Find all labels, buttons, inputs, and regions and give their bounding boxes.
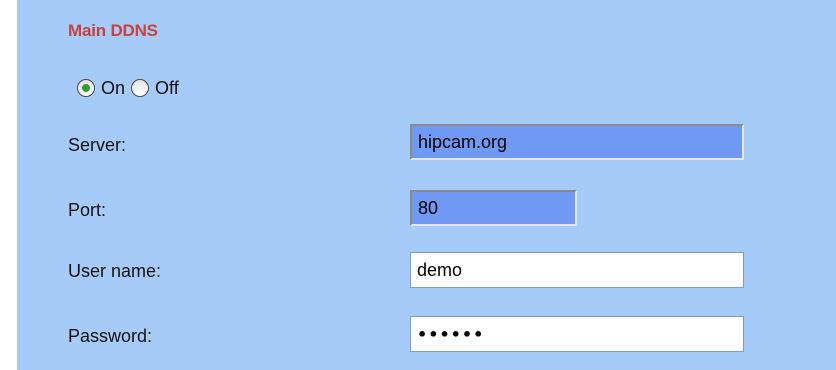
username-input[interactable] (410, 252, 744, 288)
server-input[interactable] (410, 124, 744, 160)
off-radio-button[interactable] (131, 79, 150, 97)
ddns-enable-radio-group: On Off (77, 77, 185, 99)
on-radio-label[interactable]: On (101, 78, 125, 99)
ddns-settings-panel (17, 0, 836, 370)
server-label: Server: (68, 135, 127, 155)
port-input[interactable] (410, 190, 577, 226)
password-label: Password: (68, 326, 153, 346)
section-title: Main DDNS (68, 21, 158, 40)
password-input[interactable] (410, 316, 744, 352)
port-label: Port: (68, 200, 107, 220)
on-radio-button[interactable] (77, 79, 95, 97)
off-radio-label[interactable]: Off (155, 78, 179, 99)
username-label: User name: (68, 261, 162, 281)
